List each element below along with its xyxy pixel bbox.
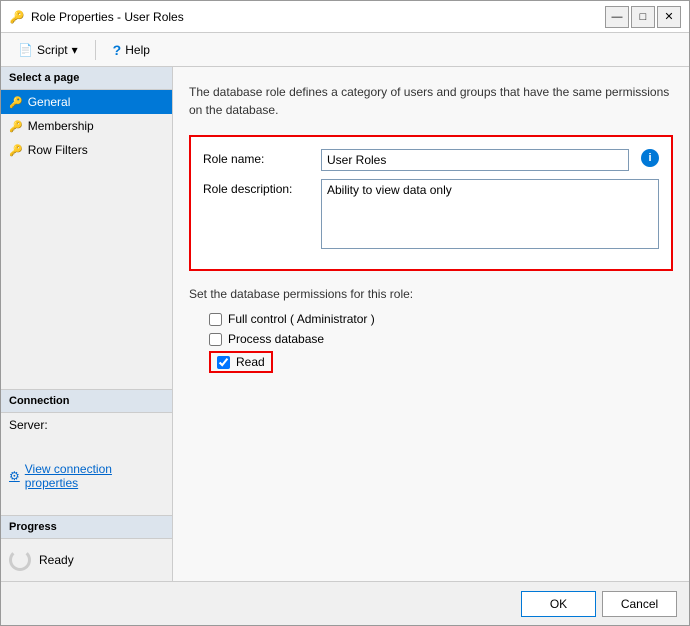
window-controls: — □ ✕ <box>605 6 681 28</box>
minimize-button[interactable]: — <box>605 6 629 28</box>
role-description-label: Role description: <box>203 179 313 196</box>
progress-header: Progress <box>1 515 172 539</box>
sidebar-item-row-filters[interactable]: 🔑 Row Filters <box>1 138 172 162</box>
script-icon: 📄 <box>18 43 33 57</box>
process-database-checkbox[interactable] <box>209 333 222 346</box>
sidebar-item-membership[interactable]: 🔑 Membership <box>1 114 172 138</box>
process-database-row: Process database <box>189 329 673 349</box>
connection-icon: ⚙ <box>9 469 20 483</box>
connection-header: Connection <box>1 389 172 413</box>
role-description-input[interactable]: Ability to view data only <box>321 179 659 249</box>
server-row: Server: <box>1 413 172 437</box>
key-icon: 🔑 <box>9 96 23 109</box>
progress-row: Ready <box>1 539 172 581</box>
toolbar: 📄 Script ▾ ? Help <box>1 33 689 67</box>
title-bar: 🔑 Role Properties - User Roles — □ ✕ <box>1 1 689 33</box>
row-filters-icon: 🔑 <box>9 144 23 157</box>
window-title: Role Properties - User Roles <box>31 10 605 24</box>
description-text: The database role defines a category of … <box>189 83 673 119</box>
role-name-input[interactable] <box>321 149 629 171</box>
sidebar-label-row-filters: Row Filters <box>28 143 88 157</box>
server-label: Server: <box>9 418 48 432</box>
script-dropdown-icon: ▾ <box>72 43 78 57</box>
full-control-row: Full control ( Administrator ) <box>189 309 673 329</box>
progress-spinner <box>9 549 31 571</box>
sidebar-header: Select a page <box>1 67 172 90</box>
permissions-section: Set the database permissions for this ro… <box>189 287 673 373</box>
main-panel: The database role defines a category of … <box>173 67 689 581</box>
toolbar-separator <box>95 40 96 60</box>
form-section: Role name: i Role description: Ability t… <box>189 135 673 271</box>
ok-button[interactable]: OK <box>521 591 596 617</box>
read-label: Read <box>236 355 265 369</box>
script-button[interactable]: 📄 Script ▾ <box>9 39 87 61</box>
full-control-checkbox[interactable] <box>209 313 222 326</box>
script-label: Script <box>37 43 68 57</box>
main-window: 🔑 Role Properties - User Roles — □ ✕ 📄 S… <box>0 0 690 626</box>
help-label: Help <box>125 43 150 57</box>
sidebar-item-general[interactable]: 🔑 General <box>1 90 172 114</box>
ready-label: Ready <box>39 553 74 567</box>
sidebar: Select a page 🔑 General 🔑 Membership 🔑 R… <box>1 67 173 581</box>
sidebar-label-membership: Membership <box>28 119 94 133</box>
role-name-row: Role name: i <box>203 149 659 171</box>
window-icon: 🔑 <box>9 9 25 25</box>
info-icon[interactable]: i <box>641 149 659 167</box>
close-button[interactable]: ✕ <box>657 6 681 28</box>
role-name-label: Role name: <box>203 149 313 166</box>
membership-icon: 🔑 <box>9 120 23 133</box>
connection-link-label: View connection properties <box>25 462 164 490</box>
role-description-row: Role description: Ability to view data o… <box>203 179 659 249</box>
view-connection-link[interactable]: ⚙ View connection properties <box>1 457 172 495</box>
cancel-button[interactable]: Cancel <box>602 591 677 617</box>
full-control-label: Full control ( Administrator ) <box>228 312 375 326</box>
help-icon: ? <box>113 42 122 58</box>
maximize-button[interactable]: □ <box>631 6 655 28</box>
help-button[interactable]: ? Help <box>104 38 159 62</box>
footer: OK Cancel <box>1 581 689 625</box>
content-area: Select a page 🔑 General 🔑 Membership 🔑 R… <box>1 67 689 581</box>
sidebar-label-general: General <box>28 95 71 109</box>
read-row-highlighted: Read <box>209 351 273 373</box>
permissions-label: Set the database permissions for this ro… <box>189 287 673 301</box>
read-checkbox[interactable] <box>217 356 230 369</box>
process-database-label: Process database <box>228 332 324 346</box>
